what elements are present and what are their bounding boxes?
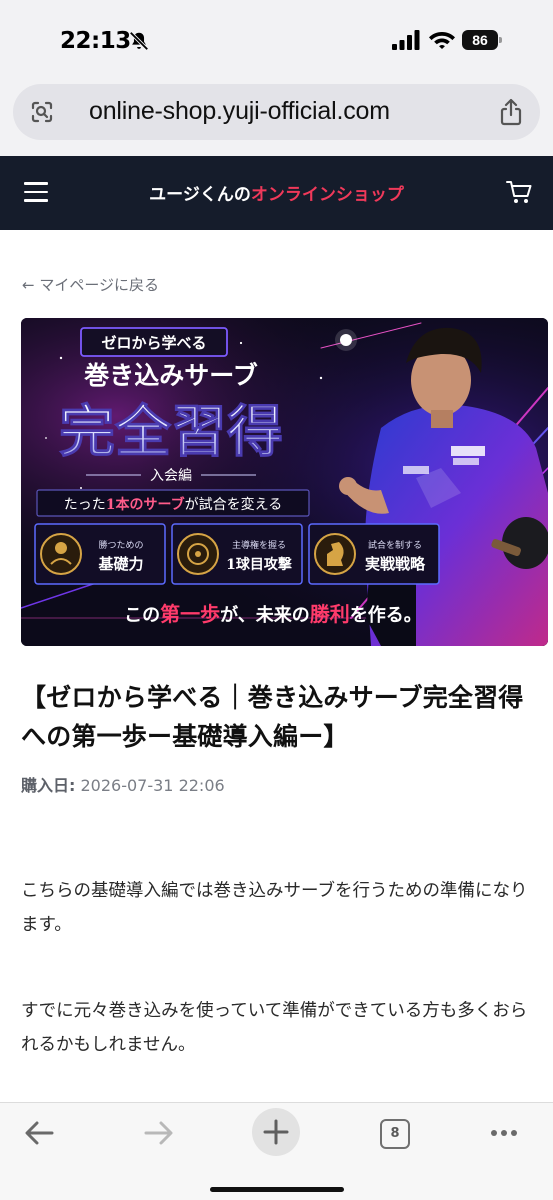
hero-tagline: たった1本のサーブが試合を変える (64, 496, 283, 513)
page-tools-icon[interactable] (29, 99, 55, 125)
forward-arrow-icon[interactable] (136, 1111, 180, 1155)
hero-tagline-accent: 1本のサーブ (106, 496, 185, 513)
hero-feature-1-big: 基礎力 (97, 555, 143, 573)
hero-feature-2: 主導権を握る 1球目攻撃 (171, 523, 303, 585)
new-tab-button[interactable] (252, 1108, 300, 1156)
hero-feature-3-small: 試合を制する (368, 539, 422, 551)
hero-feature-2-small: 主導権を握る (232, 539, 286, 551)
hero-feature-3-big: 実戦戦略 (365, 555, 426, 573)
cellular-signal-icon (392, 30, 420, 50)
site-title-accent: オンラインショップ (250, 185, 404, 205)
body-paragraph-2: すでに元々巻き込みを使っていて準備ができている方も多くおられるかもしれません。 (21, 1001, 528, 1055)
battery-indicator: 86 (462, 30, 502, 50)
hero-footer-mid: が、未来の (220, 604, 310, 626)
more-options-icon[interactable] (482, 1111, 526, 1155)
hero-footer-post: を作る。 (350, 604, 422, 626)
address-bar[interactable]: online-shop.yuji-official.com (13, 84, 540, 140)
hero-footer-pre: この (124, 605, 160, 626)
hero-artwork: ゼロから学べる 巻き込みサーブ 完全習得 入会編 たった1本のサーブが試合を変え… (21, 318, 548, 646)
hero-edition: 入会編 (150, 468, 192, 484)
hero-footer-accent-2: 勝利 (310, 602, 350, 626)
share-icon[interactable] (498, 97, 524, 127)
browser-toolbar: 8 (0, 1102, 553, 1200)
browser-address-area: online-shop.yuji-official.com (0, 80, 553, 156)
back-arrow-icon[interactable] (18, 1111, 62, 1155)
plus-icon (263, 1119, 289, 1145)
hero-footer-accent-1: 第一歩 (160, 602, 220, 626)
home-indicator (210, 1187, 344, 1192)
product-title: 【ゼロから学べる｜巻き込みサーブ完全習得への第一歩ー基礎導入編ー】 (21, 683, 524, 751)
hero-tagline-post: が試合を変える (185, 496, 283, 513)
site-title[interactable]: ユージくんのオンラインショップ (0, 180, 553, 205)
hero-footer-slogan: この第一歩が、未来の勝利を作る。 (124, 602, 422, 626)
site-header: ユージくんのオンラインショップ (0, 156, 553, 230)
tab-count: 8 (380, 1119, 410, 1149)
hero-main-title: 完全習得 (59, 399, 283, 465)
hero-feature-3: 試合を制する 実戦戦略 (308, 523, 440, 585)
battery-tip (499, 37, 502, 43)
site-title-main: ユージくんの (149, 185, 251, 205)
back-to-mypage-link[interactable]: ← マイページに戻る (22, 274, 159, 295)
status-time: 22:13 (60, 28, 131, 54)
body-paragraph-1: こちらの基礎導入編では巻き込みサーブを行うための準備になります。 (21, 881, 528, 935)
battery-level: 86 (462, 30, 498, 50)
url-text[interactable]: online-shop.yuji-official.com (89, 97, 390, 126)
hero-feature-1: 勝つための 基礎力 (34, 523, 166, 585)
purchase-date: 購入日: 2026-07-31 22:06 (21, 772, 225, 796)
purchase-date-value: 2026-07-31 22:06 (80, 776, 225, 795)
hero-subtitle: 巻き込みサーブ (83, 361, 258, 390)
hero-tagline-pre: たった (64, 497, 106, 513)
tabs-button[interactable]: 8 (374, 1111, 418, 1155)
hero-tag: ゼロから学べる (101, 334, 206, 352)
bell-off-icon (129, 31, 149, 51)
shopping-cart-icon[interactable] (505, 178, 533, 206)
wifi-icon (429, 32, 455, 49)
product-hero-banner: ゼロから学べる 巻き込みサーブ 完全習得 入会編 たった1本のサーブが試合を変え… (21, 318, 548, 646)
hero-feature-1-small: 勝つための (98, 539, 143, 551)
purchase-date-label: 購入日: (21, 776, 76, 795)
status-bar: 22:13 86 (0, 0, 553, 80)
hero-feature-2-big: 1球目攻撃 (226, 556, 292, 573)
